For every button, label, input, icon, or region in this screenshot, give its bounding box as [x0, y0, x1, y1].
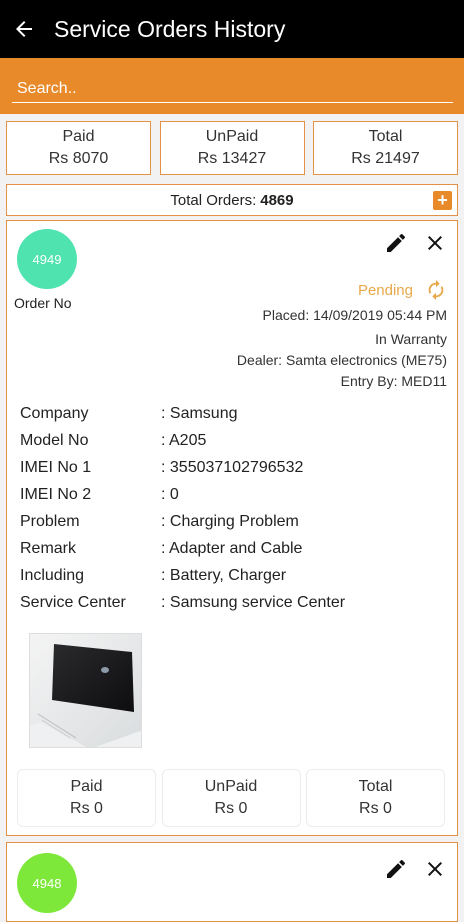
- placed-date: Placed: 14/09/2019 05:44 PM: [262, 307, 447, 323]
- pencil-icon: [387, 859, 406, 878]
- order-status: Pending: [358, 279, 447, 301]
- page-title: Service Orders History: [54, 15, 286, 42]
- detail-value: : Charging Problem: [161, 513, 299, 530]
- status-text: Pending: [357, 281, 413, 299]
- detail-value: : Adapter and Cable: [161, 540, 303, 557]
- summary-paid: Paid Rs 8070: [6, 121, 151, 175]
- detail-label: Including: [20, 567, 85, 584]
- detail-value: : 0: [161, 486, 179, 503]
- summary-paid-value: Rs 8070: [48, 150, 109, 167]
- search-bar: [0, 58, 464, 114]
- summary-unpaid-value: Rs 13427: [197, 150, 267, 167]
- detail-row-imei2: IMEI No 2 : 0: [20, 486, 345, 513]
- summary-total: Total Rs 21497: [313, 121, 458, 175]
- order-total-label: Total: [358, 778, 393, 795]
- detail-label: Remark: [20, 540, 77, 557]
- edit-button[interactable]: [384, 231, 408, 255]
- summary-total-value: Rs 21497: [351, 150, 420, 167]
- detail-row-company: Company : Samsung: [20, 405, 345, 432]
- total-orders-label: Total Orders:: [170, 191, 257, 209]
- order-total: Total Rs 0: [306, 769, 445, 827]
- order-no-label: Order No: [14, 295, 72, 311]
- dealer-info: Dealer: Samta electronics (ME75): [236, 352, 447, 368]
- summary-unpaid-label: UnPaid: [205, 128, 259, 145]
- detail-value: : A205: [161, 432, 207, 449]
- detail-label: IMEI No 2: [20, 486, 92, 503]
- back-button[interactable]: [2, 0, 46, 58]
- total-orders-value: 4869: [260, 191, 294, 209]
- order-number-badge: 4949: [17, 229, 77, 289]
- search-input[interactable]: [12, 76, 453, 103]
- delete-button[interactable]: [423, 857, 447, 881]
- detail-row-model: Model No : A205: [20, 432, 345, 459]
- detail-label: Model No: [20, 432, 89, 449]
- delete-button[interactable]: [423, 231, 447, 255]
- order-paid: Paid Rs 0: [17, 769, 156, 827]
- detail-label: Service Center: [20, 594, 126, 611]
- order-unpaid: UnPaid Rs 0: [161, 769, 301, 827]
- edit-button[interactable]: [384, 857, 408, 881]
- order-number: 4948: [32, 875, 62, 891]
- close-icon: [428, 236, 442, 250]
- entry-by: Entry By: MED11: [340, 373, 447, 389]
- detail-row-problem: Problem : Charging Problem: [20, 513, 345, 540]
- detail-value: : Samsung: [161, 405, 238, 422]
- detail-row-service-center: Service Center : Samsung service Center: [20, 594, 345, 621]
- back-arrow-icon: [16, 21, 32, 37]
- device-image: [30, 634, 141, 747]
- close-icon: [428, 862, 442, 876]
- order-paid-value: Rs 0: [70, 800, 103, 817]
- summary-row: Paid Rs 8070 UnPaid Rs 13427 Total Rs 21…: [6, 121, 458, 177]
- detail-label: Company: [20, 405, 89, 422]
- plus-icon: +: [437, 190, 448, 210]
- total-orders-bar: Total Orders: 4869 +: [6, 184, 458, 216]
- order-total-value: Rs 0: [359, 800, 392, 817]
- order-details: Company : Samsung Model No : A205 IMEI N…: [20, 405, 345, 621]
- detail-value: : Battery, Charger: [161, 567, 287, 584]
- order-number-badge: 4948: [17, 853, 77, 913]
- detail-value: : Samsung service Center: [161, 594, 346, 611]
- detail-label: Problem: [20, 513, 80, 530]
- refresh-icon[interactable]: [425, 279, 447, 301]
- order-unpaid-value: Rs 0: [214, 800, 248, 817]
- detail-row-imei1: IMEI No 1 : 355037102796532: [20, 459, 345, 486]
- summary-total-label: Total: [368, 128, 403, 145]
- add-order-button[interactable]: +: [433, 191, 452, 210]
- order-unpaid-label: UnPaid: [204, 778, 258, 795]
- summary-unpaid: UnPaid Rs 13427: [159, 121, 305, 175]
- order-card[interactable]: 4948: [6, 842, 458, 922]
- warranty-status: In Warranty: [375, 331, 447, 347]
- order-card[interactable]: 4949 Order No Pending Placed: 14/09/2019…: [6, 220, 458, 836]
- summary-paid-label: Paid: [62, 128, 95, 145]
- detail-label: IMEI No 1: [20, 459, 92, 476]
- detail-value: : 355037102796532: [161, 459, 304, 476]
- pencil-icon: [387, 233, 406, 252]
- device-photo[interactable]: [29, 633, 142, 748]
- order-payment-row: Paid Rs 0 UnPaid Rs 0 Total Rs 0: [17, 769, 445, 827]
- order-number: 4949: [32, 251, 62, 267]
- detail-row-remark: Remark : Adapter and Cable: [20, 540, 345, 567]
- order-paid-label: Paid: [70, 778, 103, 795]
- detail-row-including: Including : Battery, Charger: [20, 567, 345, 594]
- app-bar: Service Orders History: [0, 0, 464, 58]
